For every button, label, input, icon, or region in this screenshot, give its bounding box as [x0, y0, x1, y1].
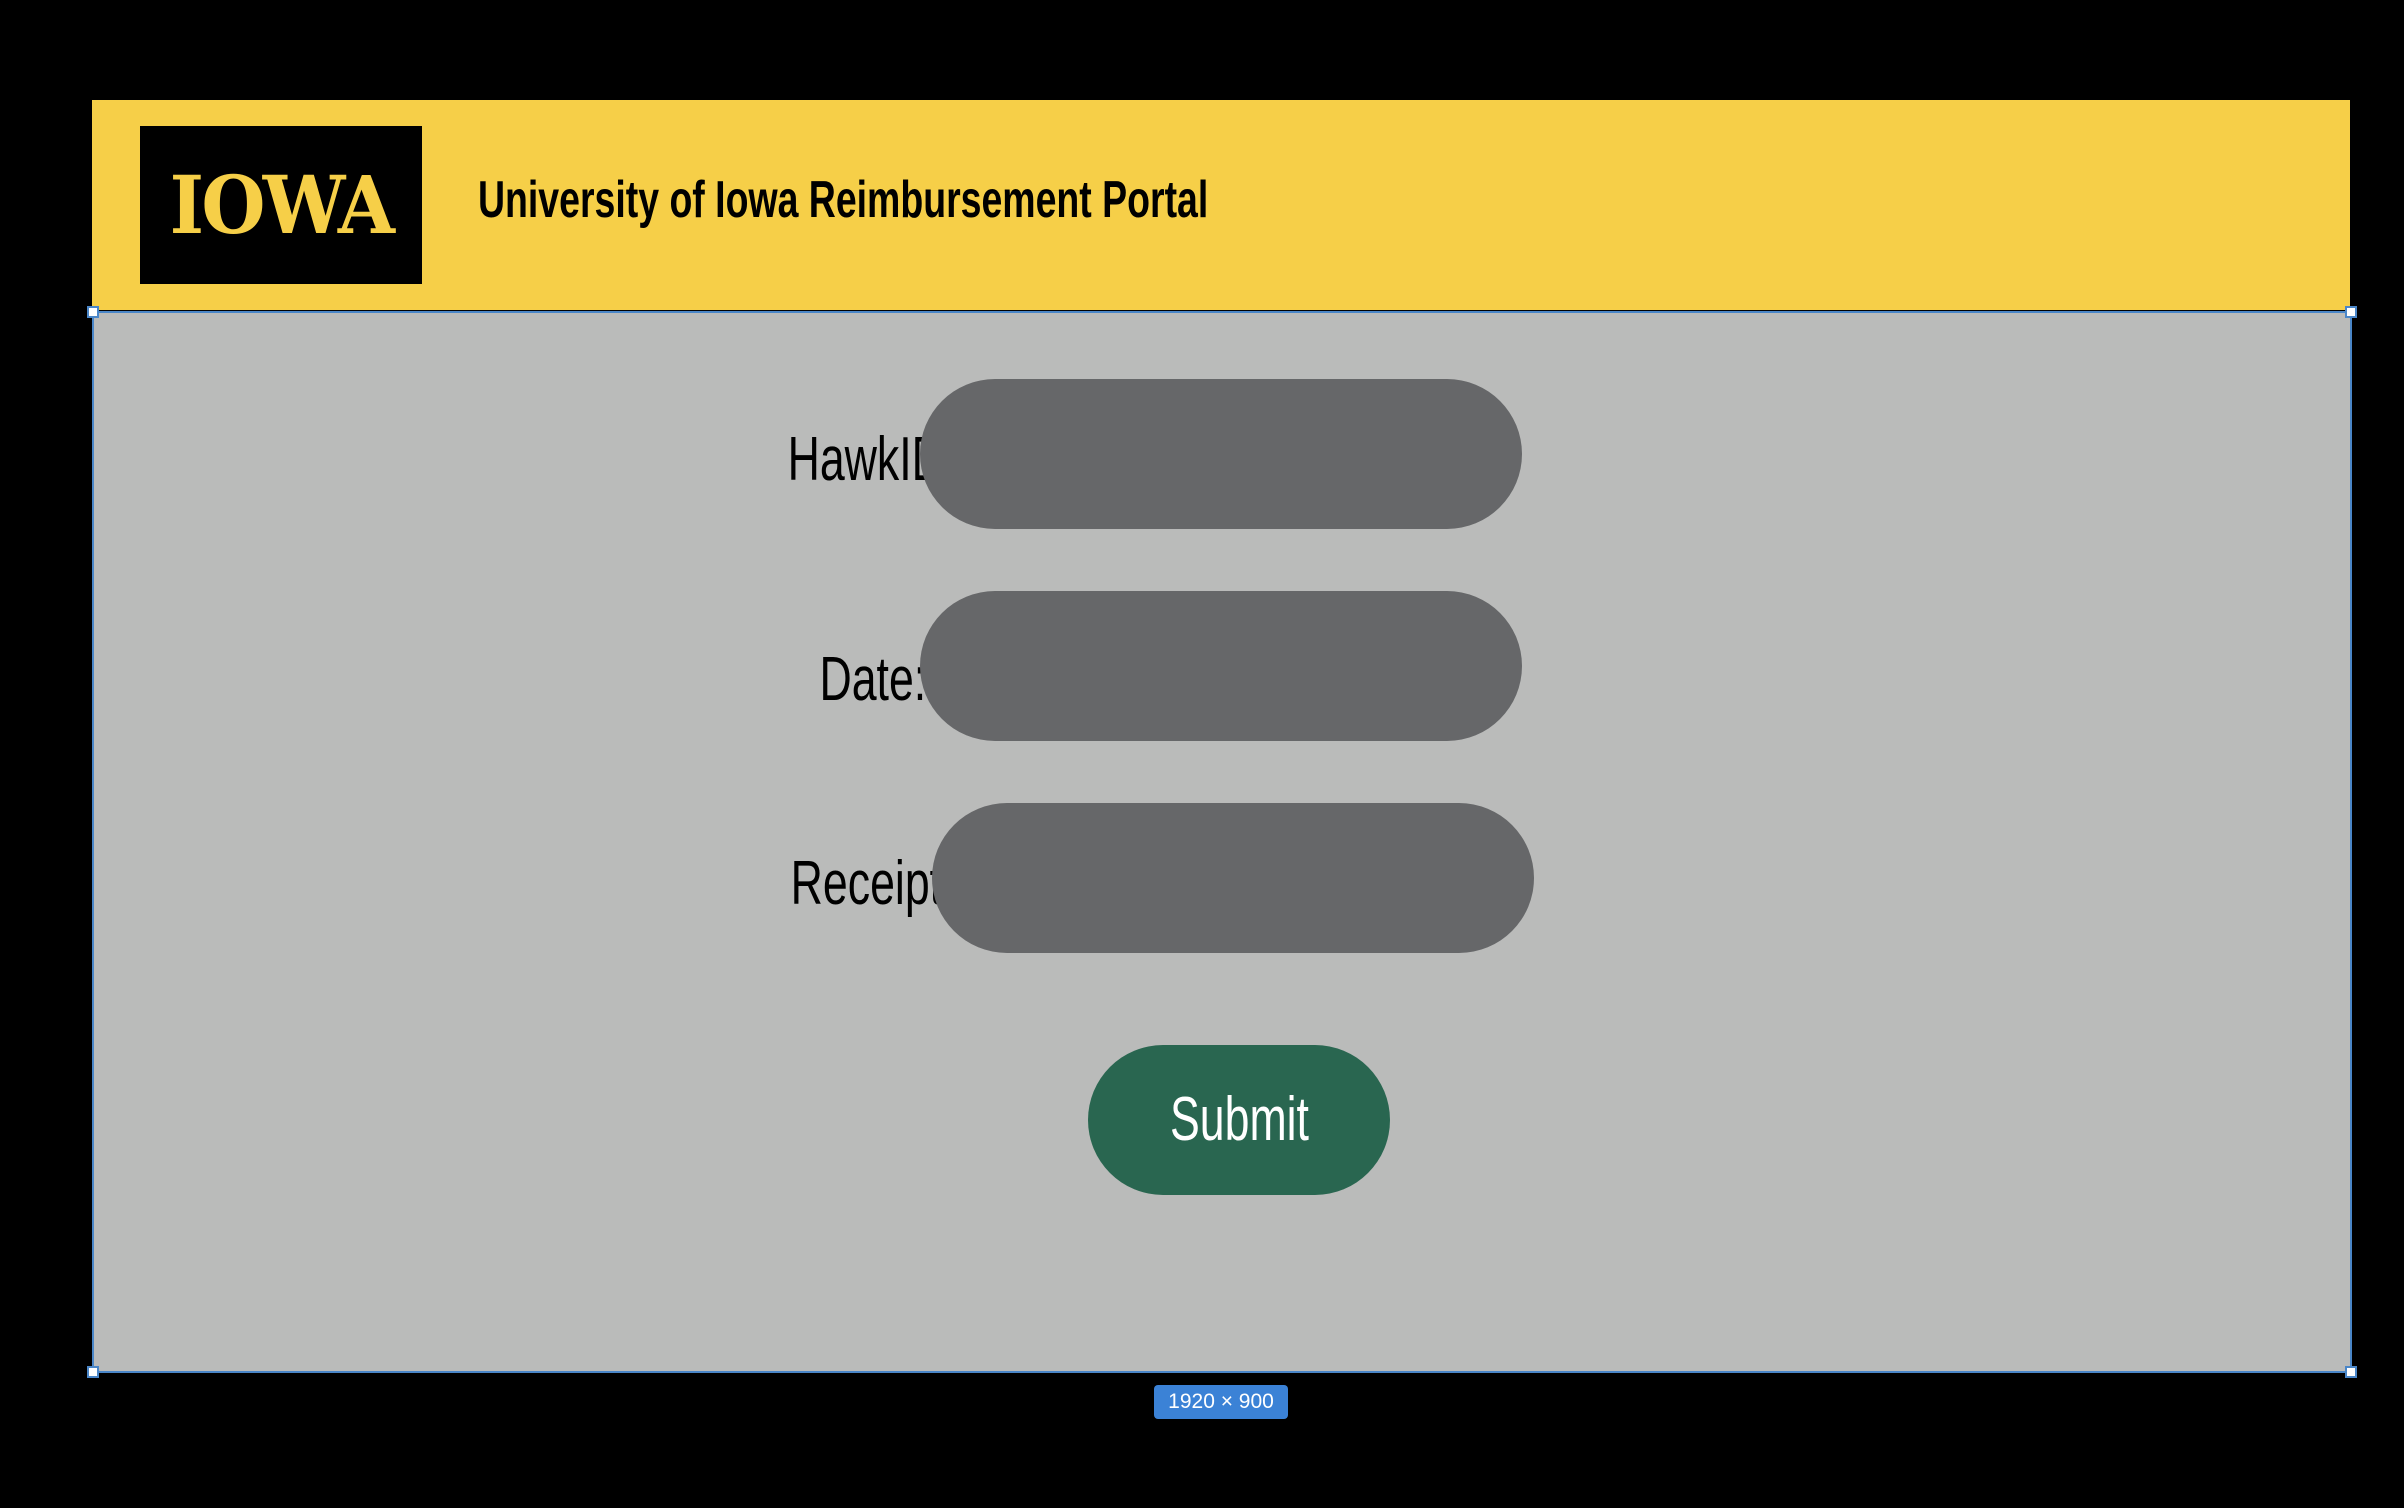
date-label: Date:: [819, 645, 926, 714]
resize-handle-top-right[interactable]: [2345, 306, 2357, 318]
resize-handle-bottom-left[interactable]: [87, 1366, 99, 1378]
resize-handle-bottom-right[interactable]: [2345, 1366, 2357, 1378]
frame-size-badge: 1920 × 900: [1154, 1385, 1288, 1419]
submit-button-label: Submit: [1169, 1085, 1309, 1154]
form-frame[interactable]: HawkID: Date: Receipt: Submit: [87, 306, 2357, 1378]
iowa-logo[interactable]: IOWA: [140, 126, 422, 284]
receipt-input[interactable]: [932, 803, 1534, 953]
design-stage: IOWA University of Iowa Reimbursement Po…: [0, 0, 2404, 1508]
resize-handle-top-left[interactable]: [87, 306, 99, 318]
submit-button[interactable]: Submit: [1088, 1045, 1390, 1195]
receipt-label: Receipt:: [790, 849, 954, 918]
page-title: University of Iowa Reimbursement Portal: [478, 171, 1209, 229]
hawkid-input[interactable]: [920, 379, 1522, 529]
logo-wordmark: IOWA: [169, 158, 395, 252]
site-header: IOWA University of Iowa Reimbursement Po…: [92, 100, 2350, 310]
date-input[interactable]: [920, 591, 1522, 741]
